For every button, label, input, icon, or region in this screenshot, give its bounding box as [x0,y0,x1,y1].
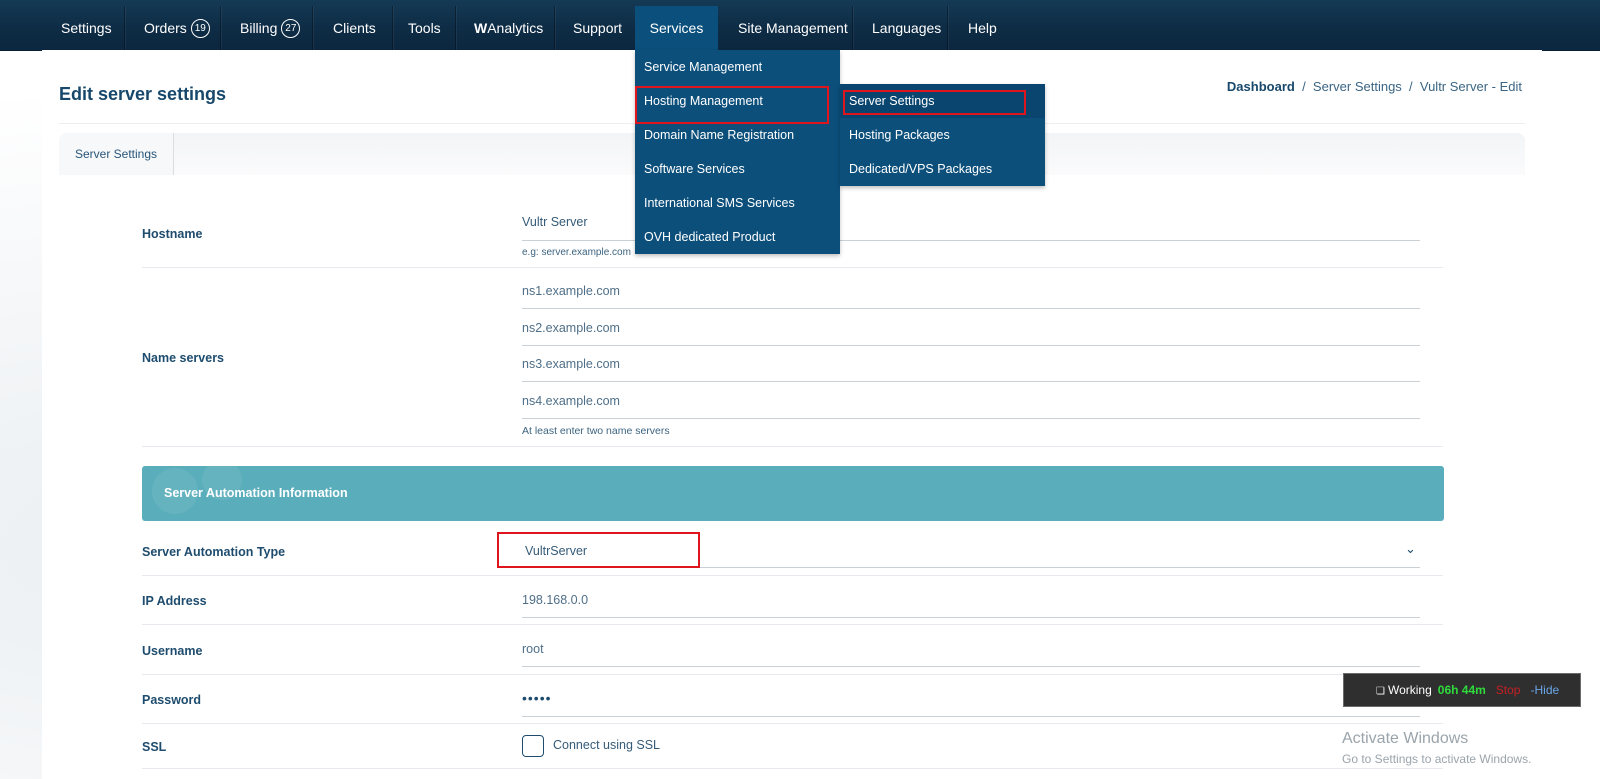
windows-activation-watermark: Activate Windows Go to Settings to activ… [1342,730,1531,766]
ns1-input[interactable]: ns1.example.com [522,284,620,298]
nav-separator [947,6,948,50]
submenu-item-server-settings[interactable]: Server Settings [840,84,1045,118]
nav-settings[interactable]: Settings [61,0,112,50]
nav-separator [554,6,555,50]
nav-billing-label: Billing [240,20,278,36]
ssl-checkbox[interactable] [522,735,544,757]
nav-billing[interactable]: Billing 27 [240,0,301,50]
timer-elapsed: 06h 44m [1437,683,1486,697]
nav-analytics[interactable]: WAnalytics [474,0,543,50]
nav-clients[interactable]: Clients [333,0,376,50]
hostname-label: Hostname [142,227,203,241]
username-input[interactable]: root [522,642,544,656]
billing-count-badge: 27 [281,18,301,38]
breadcrumb-dashboard[interactable]: Dashboard [1227,79,1295,94]
row-divider [142,723,1443,724]
menu-item-software-services[interactable]: Software Services [635,152,840,186]
hostname-input[interactable]: Vultr Server [522,215,588,229]
password-label: Password [142,693,202,707]
nav-services[interactable]: Services [635,6,718,50]
window-icon: ❏ [1376,686,1385,697]
nav-separator [852,6,853,50]
page-title: Edit server settings [59,84,227,104]
password-underline [522,716,1420,717]
ns2-input[interactable]: ns2.example.com [522,321,620,335]
nav-analytics-label: Analytics [487,20,544,36]
nav-separator [220,6,221,50]
ns3-input[interactable]: ns3.example.com [522,357,620,371]
ns2-underline [522,345,1420,346]
menu-item-domain-registration[interactable]: Domain Name Registration [635,118,840,152]
nav-tools[interactable]: Tools [408,0,441,50]
hosting-management-submenu: Server Settings Hosting Packages Dedicat… [840,84,1045,186]
menu-item-hosting-management[interactable]: Hosting Management [635,84,840,118]
ns1-underline [522,308,1420,309]
nav-separator [312,6,313,50]
top-navigation: Settings Orders 19 Billing 27 Clients Tool… [0,0,1600,50]
nav-orders-label: Orders [144,20,187,36]
menu-item-ovh-dedicated[interactable]: OVH dedicated Product [635,220,840,254]
ip-address-underline [522,617,1420,618]
automation-type-underline [522,567,1420,568]
ssl-checkbox-label[interactable]: Connect using SSL [553,738,660,752]
analytics-logo-letter: W [474,20,488,36]
nav-separator [124,6,125,50]
ip-address-input[interactable]: 198.168.0.0 [522,593,588,607]
ip-address-label: IP Address [142,594,207,608]
orders-count-badge: 19 [190,18,210,38]
submenu-item-dedicated-vps[interactable]: Dedicated/VPS Packages [840,152,1045,186]
nav-site-management[interactable]: Site Management [738,0,848,50]
server-automation-section-header: Server Automation Information [142,466,1444,521]
row-divider [142,674,1443,675]
row-divider [142,624,1443,625]
row-divider [142,768,1443,769]
section-title: Server Automation Information [164,486,348,500]
menu-item-service-management[interactable]: Service Management [635,50,840,84]
row-divider [142,575,1443,576]
nav-languages[interactable]: Languages [872,0,941,50]
breadcrumb-server-settings[interactable]: Server Settings [1313,79,1402,94]
timer-status: Working [1387,683,1432,697]
nav-separator [455,6,456,50]
automation-type-select[interactable]: VultrServer [525,544,587,558]
ssl-label: SSL [142,740,167,754]
nameservers-hint: At least enter two name servers [522,425,670,437]
hostname-hint: e.g: server.example.com [522,247,631,258]
timer-stop-button[interactable]: Stop [1496,683,1521,697]
watermark-title: Activate Windows [1342,730,1469,747]
ns3-underline [522,381,1420,382]
automation-type-label: Server Automation Type [142,545,286,559]
nav-support[interactable]: Support [573,0,622,50]
password-input[interactable]: ••••• [522,690,552,706]
watermark-subtitle: Go to Settings to activate Windows. [1342,752,1532,766]
breadcrumb: Dashboard / Server Settings / Vultr Serv… [1227,79,1522,94]
ns4-underline [522,418,1420,419]
submenu-item-hosting-packages[interactable]: Hosting Packages [840,118,1045,152]
row-divider [142,446,1443,447]
username-label: Username [142,644,203,658]
menu-item-international-sms[interactable]: International SMS Services [635,186,840,220]
nameservers-label: Name servers [142,351,225,365]
breadcrumb-current: Vultr Server - Edit [1419,79,1522,94]
nav-help[interactable]: Help [968,0,997,50]
breadcrumb-separator: / [1302,79,1306,94]
tab-server-settings[interactable]: Server Settings [59,133,174,175]
nav-orders[interactable]: Orders 19 [144,0,210,50]
nav-separator [392,6,393,50]
services-dropdown-menu: Service Management Hosting Management Do… [635,50,840,254]
username-underline [522,666,1420,667]
chevron-down-icon[interactable]: ⌄ [1405,541,1416,557]
ns4-input[interactable]: ns4.example.com [522,394,620,408]
breadcrumb-separator: / [1409,79,1413,94]
time-tracker-widget: ❏ Working 06h 44m Stop -Hide [1343,673,1581,707]
row-divider [142,267,1443,268]
timer-hide-button[interactable]: -Hide [1530,683,1559,697]
